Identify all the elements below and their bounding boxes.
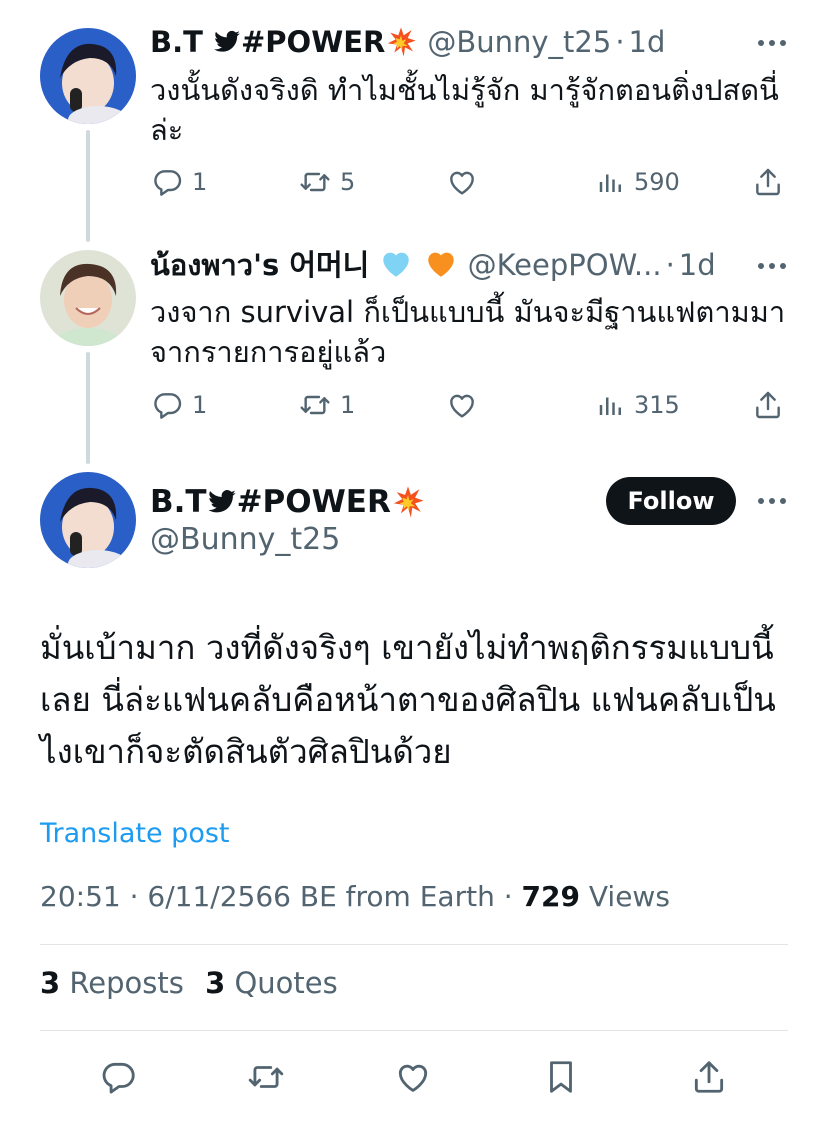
repost-count: 5 <box>340 168 356 196</box>
light-blue-heart-icon <box>383 252 410 277</box>
timestamp[interactable]: 20:51 · 6/11/2566 BE from Earth · <box>40 880 522 913</box>
repost-count: 1 <box>340 391 356 419</box>
avatar-image <box>40 472 136 568</box>
share-button[interactable] <box>752 166 784 198</box>
reposts-stat[interactable]: 3 Reposts <box>40 966 184 1000</box>
user-handle[interactable]: @Bunny_t25 <box>427 25 611 59</box>
translate-link[interactable]: Translate post <box>40 818 230 849</box>
display-name[interactable]: B.T #POWER <box>150 480 425 524</box>
divider <box>40 1030 788 1031</box>
share-button[interactable] <box>752 389 784 421</box>
repost-button[interactable]: 5 <box>298 166 355 198</box>
avatar[interactable] <box>40 472 136 568</box>
avatar-image <box>40 28 136 124</box>
like-button[interactable] <box>446 166 478 198</box>
display-name[interactable]: น้องพาว's 어머니 <box>150 242 458 288</box>
timestamp[interactable]: 1d <box>629 25 666 59</box>
divider <box>40 944 788 945</box>
follow-button[interactable]: Follow <box>606 477 736 525</box>
thread-line <box>86 352 90 464</box>
heart-icon <box>446 166 478 198</box>
user-handle[interactable]: @Bunny_t25 <box>150 522 340 557</box>
bird-icon <box>207 487 237 517</box>
views-count: 729 <box>521 880 580 913</box>
avatar-image <box>40 250 136 346</box>
reply-icon[interactable] <box>100 1058 138 1096</box>
views-count: 590 <box>634 168 680 196</box>
user-handle[interactable]: @KeepPOW... <box>468 248 662 282</box>
collision-emoji-icon <box>385 26 417 58</box>
engagement-stats: 3 Reposts 3 Quotes <box>40 966 338 1000</box>
repost-icon[interactable] <box>246 1058 286 1096</box>
reply-icon <box>152 166 184 198</box>
repost-button[interactable]: 1 <box>298 389 355 421</box>
heart-icon[interactable] <box>394 1058 432 1096</box>
more-options-icon[interactable] <box>758 40 786 46</box>
repost-icon <box>298 389 332 421</box>
tweet-header: น้องพาว's 어머니 @KeepPOW... · 1d <box>150 245 716 285</box>
bookmark-icon[interactable] <box>542 1058 580 1096</box>
views-icon <box>596 389 626 421</box>
views-icon <box>596 166 626 198</box>
reply-button[interactable]: 1 <box>152 166 207 198</box>
share-icon[interactable] <box>690 1058 728 1096</box>
like-button[interactable] <box>446 389 478 421</box>
avatar[interactable] <box>40 28 136 124</box>
collision-emoji-icon <box>391 485 425 519</box>
timestamp[interactable]: 1d <box>679 248 716 282</box>
orange-heart-icon <box>427 252 454 277</box>
tweet-text: วงนั้นดังจริงดิ ทำไมชั้นไม่รู้จัก มารู้จ… <box>150 73 779 147</box>
tweet-header: B.T #POWER @Bunny_t25 · 1d <box>150 22 665 62</box>
thread-line <box>86 130 90 242</box>
separator: · <box>615 25 625 59</box>
share-icon <box>752 166 784 198</box>
reply-button[interactable]: 1 <box>152 389 207 421</box>
avatar[interactable] <box>40 250 136 346</box>
heart-icon <box>446 389 478 421</box>
views-button[interactable]: 315 <box>596 389 680 421</box>
display-name[interactable]: B.T #POWER <box>150 25 417 59</box>
reply-count: 1 <box>192 391 208 419</box>
views-count: 315 <box>634 391 680 419</box>
more-options-icon[interactable] <box>758 263 786 269</box>
tweet-meta: 20:51 · 6/11/2566 BE from Earth · 729 Vi… <box>40 880 670 913</box>
tweet-text: มั่นเบ้ามาก วงที่ดังจริงๆ เขายังไม่ทำพฤต… <box>40 628 776 771</box>
share-icon <box>752 389 784 421</box>
more-options-icon[interactable] <box>758 498 786 504</box>
reply-icon <box>152 389 184 421</box>
reply-count: 1 <box>192 168 208 196</box>
views-label: Views <box>579 880 670 913</box>
views-button[interactable]: 590 <box>596 166 680 198</box>
repost-icon <box>298 166 332 198</box>
separator: · <box>665 248 675 282</box>
tweet-text: วงจาก survival ก็เป็นแบบนี้ มันจะมีฐานแฟ… <box>150 295 786 369</box>
bird-icon <box>213 28 241 56</box>
quotes-stat[interactable]: 3 Quotes <box>205 966 338 1000</box>
